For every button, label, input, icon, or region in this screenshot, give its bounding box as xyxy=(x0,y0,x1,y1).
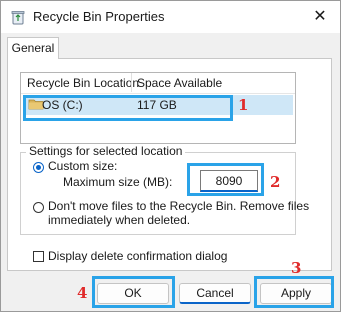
dont-move-label-line1[interactable]: Don't move files to the Recycle Bin. Rem… xyxy=(48,199,309,213)
close-icon[interactable]: ✕ xyxy=(310,7,330,27)
custom-size-label[interactable]: Custom size: xyxy=(48,159,117,173)
cancel-button[interactable]: Cancel xyxy=(179,283,251,304)
column-separator xyxy=(131,73,132,92)
list-item[interactable]: OS (C:) 117 GB xyxy=(23,95,293,115)
annotation-number-1: 1 xyxy=(238,96,249,114)
window-title: Recycle Bin Properties xyxy=(33,9,165,24)
max-size-input[interactable]: 8090 xyxy=(200,170,258,192)
list-header: Recycle Bin Location Space Available xyxy=(21,73,295,94)
title-bar: Recycle Bin Properties ✕ xyxy=(1,1,340,33)
location-cell: OS (C:) xyxy=(42,98,83,112)
tab-general[interactable]: General xyxy=(7,37,59,59)
space-cell: 117 GB xyxy=(137,98,177,112)
column-header-location[interactable]: Recycle Bin Location xyxy=(27,76,139,90)
annotation-number-2: 2 xyxy=(270,173,281,191)
dont-move-label-line2[interactable]: immediately when deleted. xyxy=(48,213,190,227)
recycle-bin-location-list: Recycle Bin Location Space Available OS … xyxy=(20,72,296,144)
confirm-dialog-checkbox[interactable] xyxy=(33,251,44,262)
max-size-label: Maximum size (MB): xyxy=(63,175,173,189)
dont-move-radio[interactable] xyxy=(33,202,44,213)
custom-size-radio[interactable] xyxy=(33,162,44,173)
settings-group-label: Settings for selected location xyxy=(26,144,186,158)
apply-button[interactable]: Apply xyxy=(260,283,332,304)
confirm-dialog-label[interactable]: Display delete confirmation dialog xyxy=(48,249,227,263)
recycle-bin-icon xyxy=(11,11,25,25)
column-header-space[interactable]: Space Available xyxy=(137,76,222,90)
annotation-number-3: 3 xyxy=(291,259,302,277)
ok-button[interactable]: OK xyxy=(97,283,169,304)
annotation-number-4: 4 xyxy=(77,284,88,302)
